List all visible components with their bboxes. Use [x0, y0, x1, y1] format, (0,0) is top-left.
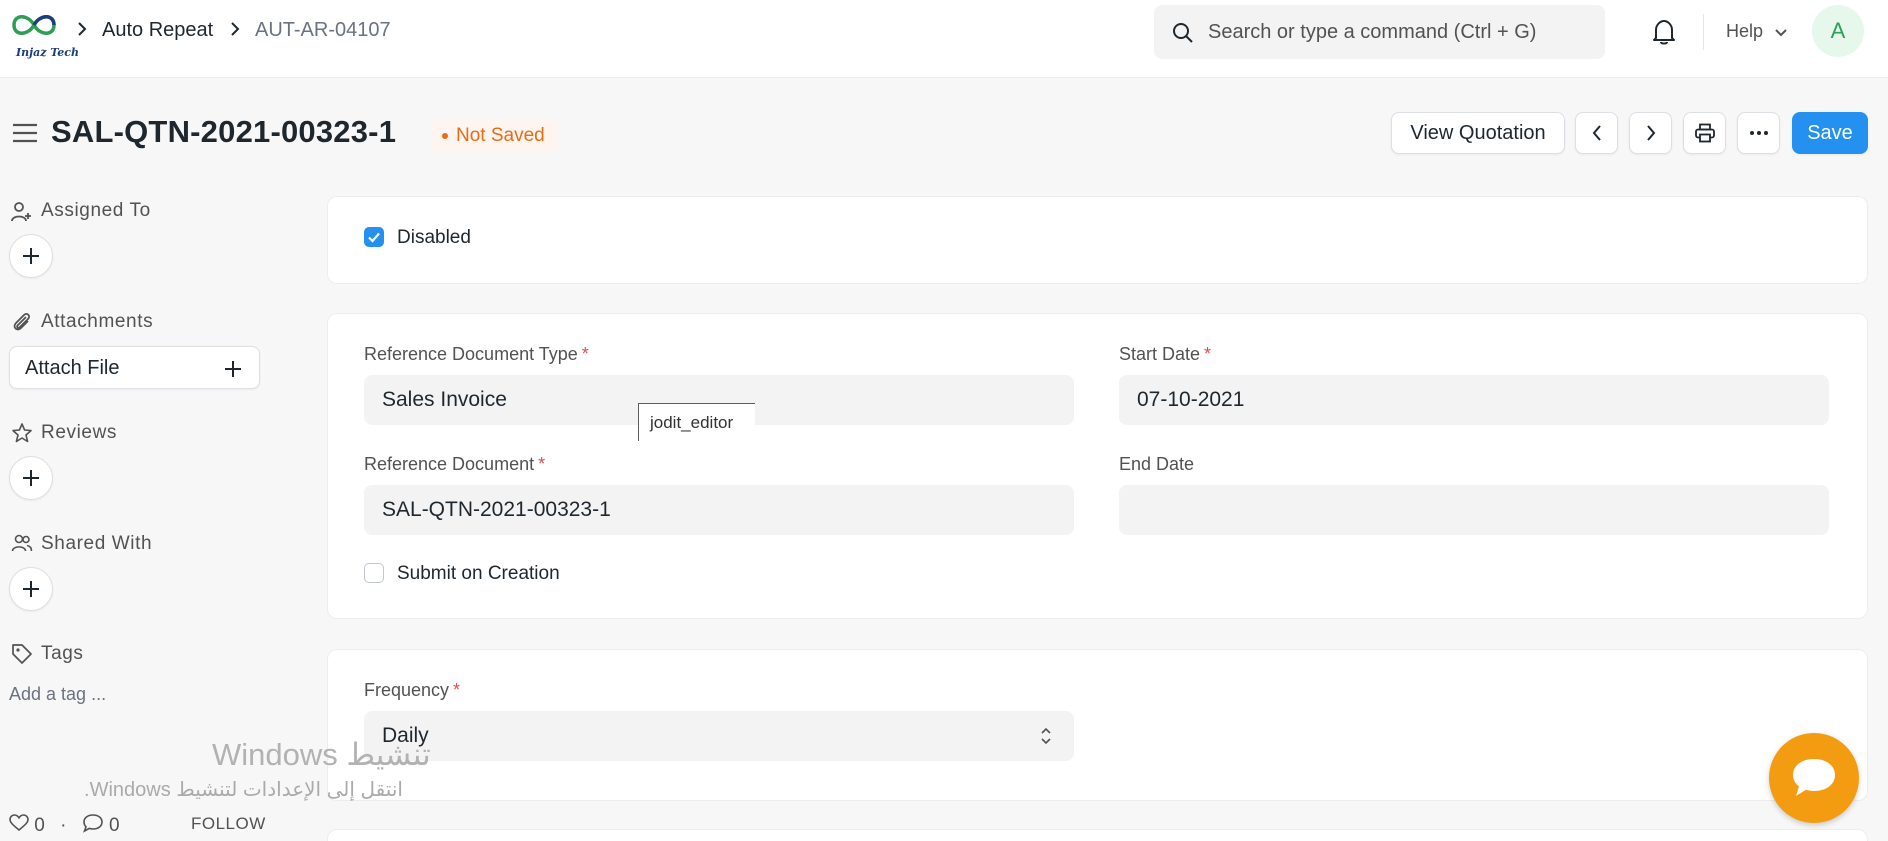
windows-watermark-subtitle: انتقل إلى الإعدادات لتنشيط Windows.: [84, 779, 403, 801]
plus-icon: [23, 248, 39, 264]
breadcrumb-auto-repeat[interactable]: Auto Repeat: [102, 19, 213, 42]
disabled-checkbox[interactable]: [364, 227, 384, 247]
frequency-label: Frequency *: [364, 680, 460, 701]
attachments-label: Attachments: [41, 311, 154, 332]
comments-count: 0: [109, 815, 120, 836]
status-dot: [442, 132, 448, 139]
likes-count: 0: [34, 815, 45, 836]
start-date-label-text: Start Date: [1119, 344, 1201, 364]
chevron-right-icon: [76, 18, 88, 45]
chevron-right-icon: [1646, 125, 1655, 141]
paperclip-icon: [11, 311, 33, 338]
navbar: Injaz Tech Auto Repeat AUT-AR-04107 Help…: [0, 0, 1888, 78]
end-date-label: End Date: [1119, 454, 1195, 474]
reference-document-field[interactable]: SAL-QTN-2021-00323-1: [364, 485, 1074, 535]
next-document-button[interactable]: [1629, 112, 1672, 154]
check-icon: [368, 232, 380, 243]
assigned-to-label: Assigned To: [41, 200, 151, 221]
required-marker: *: [1204, 344, 1212, 364]
add-review-button[interactable]: [9, 456, 53, 500]
tags-label: Tags: [41, 643, 84, 664]
chevron-down-icon: [1774, 22, 1788, 43]
separator-dot: ·: [60, 815, 67, 836]
plus-icon: [23, 581, 39, 597]
ellipsis-icon: [1749, 131, 1768, 135]
attach-file-button[interactable]: Attach File: [9, 346, 260, 389]
more-actions-button[interactable]: [1737, 112, 1780, 154]
plus-icon: [223, 359, 243, 384]
infinity-logo-icon: [12, 15, 56, 35]
tag-icon: [11, 643, 33, 670]
view-quotation-button[interactable]: View Quotation: [1391, 112, 1565, 154]
next-section: [327, 829, 1868, 841]
start-date-field[interactable]: 07-10-2021: [1119, 375, 1829, 425]
reference-doctype-label-text: Reference Document Type: [364, 344, 578, 364]
reference-document-label: Reference Document *: [364, 454, 545, 475]
start-date-label: Start Date *: [1119, 344, 1211, 365]
search-icon: [1172, 22, 1194, 49]
breadcrumb-current-doc[interactable]: AUT-AR-04107: [255, 19, 391, 42]
doc-stats: 0 · 0: [9, 813, 120, 839]
status-badge: Not Saved: [432, 120, 557, 152]
attach-file-label: Attach File: [25, 357, 120, 379]
help-label: Help: [1726, 21, 1764, 41]
frequency-select[interactable]: Daily: [364, 711, 1074, 761]
follow-button[interactable]: FOLLOW: [191, 814, 266, 834]
search-input[interactable]: [1208, 15, 1588, 49]
avatar[interactable]: A: [1812, 5, 1864, 57]
tooltip: jodit_editor: [638, 403, 755, 441]
heart-icon[interactable]: [9, 814, 29, 837]
star-icon: [11, 422, 33, 449]
frequency-label-text: Frequency: [364, 680, 450, 700]
reference-document-label-text: Reference Document: [364, 454, 535, 474]
user-plus-icon: [11, 201, 33, 228]
search-bar[interactable]: [1154, 5, 1605, 59]
status-text: Not Saved: [456, 125, 545, 146]
hamburger-menu-icon[interactable]: [12, 123, 38, 148]
disabled-label: Disabled: [397, 227, 471, 248]
plus-icon: [23, 470, 39, 486]
nav-divider: [1703, 14, 1704, 50]
required-marker: *: [581, 344, 589, 364]
add-share-button[interactable]: [9, 567, 53, 611]
chevron-right-icon: [229, 18, 241, 45]
disabled-section: [327, 196, 1868, 284]
chat-button[interactable]: [1769, 733, 1859, 823]
add-assignee-button[interactable]: [9, 234, 53, 278]
shared-with-label: Shared With: [41, 533, 153, 554]
save-button[interactable]: Save: [1792, 112, 1868, 154]
logo-text: Injaz Tech: [16, 46, 79, 59]
help-dropdown[interactable]: Help: [1726, 21, 1788, 43]
comment-icon[interactable]: [82, 814, 104, 838]
end-date-field[interactable]: [1119, 485, 1829, 535]
printer-icon: [1694, 123, 1715, 143]
windows-watermark-title: تنشيط Windows: [212, 737, 431, 772]
required-marker: *: [538, 454, 546, 474]
chat-bubble-icon: [1793, 759, 1835, 796]
add-tag-link[interactable]: Add a tag ...: [9, 684, 106, 705]
reference-doctype-label: Reference Document Type *: [364, 344, 589, 365]
bell-icon[interactable]: [1651, 18, 1677, 51]
submit-on-creation-label: Submit on Creation: [397, 563, 560, 584]
page-title: SAL-QTN-2021-00323-1: [51, 114, 397, 149]
chevron-left-icon: [1592, 125, 1601, 141]
required-marker: *: [453, 680, 461, 700]
users-icon: [11, 533, 33, 560]
app-logo[interactable]: Injaz Tech: [10, 8, 79, 59]
submit-on-creation-checkbox[interactable]: [364, 563, 384, 583]
select-arrows-icon: [1040, 724, 1052, 748]
print-button[interactable]: [1683, 112, 1726, 154]
reviews-label: Reviews: [41, 422, 117, 443]
previous-document-button[interactable]: [1575, 112, 1618, 154]
